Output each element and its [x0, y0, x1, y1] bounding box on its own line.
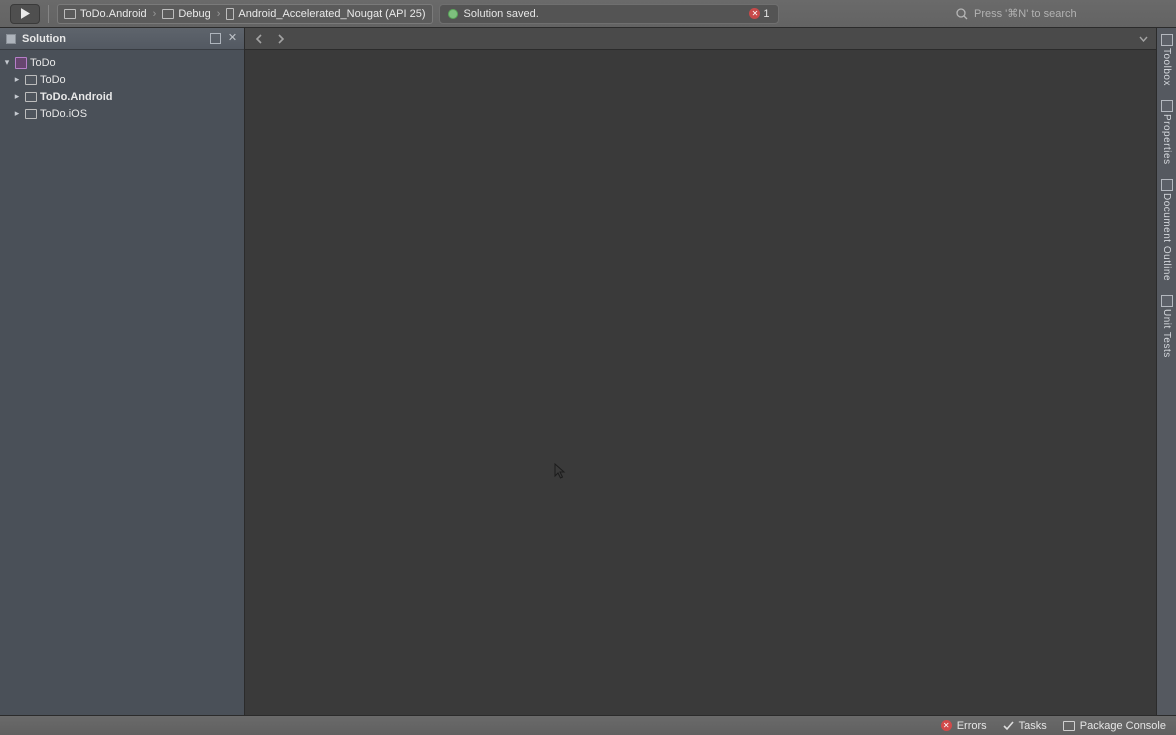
status-tasks-label: Tasks	[1019, 720, 1047, 732]
editor-area	[245, 28, 1156, 715]
tree-item[interactable]: ▸ ToDo	[0, 71, 244, 88]
project-icon	[25, 109, 37, 119]
top-toolbar: ToDo.Android › Debug › Android_Accelerat…	[0, 0, 1176, 28]
pad-label: Document Outline	[1161, 193, 1172, 281]
status-message: Solution saved.	[464, 8, 539, 20]
error-count: 1	[763, 8, 769, 20]
tree-item[interactable]: ▸ ToDo.iOS	[0, 105, 244, 122]
solution-header: Solution ✕	[0, 28, 244, 50]
tree-item-label: ToDo.iOS	[40, 108, 87, 120]
solution-tree[interactable]: ▾ ToDo ▸ ToDo ▸ ToDo.Android ▸ ToDo.iOS	[0, 50, 244, 126]
tab-overflow-button[interactable]	[1136, 32, 1150, 46]
close-icon[interactable]: ✕	[227, 33, 238, 44]
config-icon	[162, 9, 174, 19]
disclosure-open-icon[interactable]: ▾	[2, 57, 12, 68]
autohide-icon[interactable]	[210, 33, 221, 44]
error-badge[interactable]: ✕ 1	[749, 8, 769, 20]
status-package-console[interactable]: Package Console	[1063, 720, 1166, 732]
project-icon	[25, 75, 37, 85]
status-tasks[interactable]: Tasks	[1003, 720, 1047, 732]
chevron-left-icon	[255, 34, 263, 44]
cursor-icon	[554, 463, 566, 481]
nav-forward-button[interactable]	[273, 31, 289, 47]
project-icon	[64, 9, 76, 19]
tree-item-label: ToDo	[40, 74, 66, 86]
toolbar-separator	[48, 5, 49, 23]
solution-pane: Solution ✕ ▾ ToDo ▸ ToDo ▸ ToDo.Android	[0, 28, 245, 715]
tree-root-label: ToDo	[30, 57, 56, 69]
editor-body[interactable]	[245, 50, 1156, 715]
pad-toolbox[interactable]: Toolbox	[1161, 34, 1173, 86]
pad-label: Unit Tests	[1161, 309, 1172, 358]
target-device-label: Android_Accelerated_Nougat (API 25)	[238, 8, 425, 20]
pad-label: Toolbox	[1161, 48, 1172, 86]
disclosure-closed-icon[interactable]: ▸	[12, 91, 22, 102]
chevron-right-icon: ›	[151, 8, 159, 20]
target-config-label: Debug	[178, 8, 210, 20]
status-pill: Solution saved. ✕ 1	[439, 4, 779, 24]
project-icon	[25, 92, 37, 102]
disclosure-closed-icon[interactable]: ▸	[12, 74, 22, 85]
chevron-right-icon: ›	[215, 8, 223, 20]
tree-root[interactable]: ▾ ToDo	[0, 54, 244, 71]
unit-tests-icon	[1161, 295, 1173, 307]
target-config-segment[interactable]: Debug	[162, 8, 210, 20]
status-bar: ✕ Errors Tasks Package Console	[0, 715, 1176, 735]
device-icon	[226, 8, 234, 20]
target-project-label: ToDo.Android	[80, 8, 147, 20]
success-icon	[448, 9, 458, 19]
global-search[interactable]	[956, 4, 1166, 24]
search-icon	[956, 8, 968, 20]
play-icon	[21, 8, 30, 19]
pad-properties[interactable]: Properties	[1161, 100, 1173, 165]
pad-label: Properties	[1161, 114, 1172, 165]
properties-icon	[1161, 100, 1173, 112]
check-icon	[1003, 720, 1014, 731]
right-dock: Toolbox Properties Document Outline Unit…	[1156, 28, 1176, 715]
terminal-icon	[1063, 721, 1075, 731]
run-button[interactable]	[10, 4, 40, 24]
status-errors-label: Errors	[957, 720, 987, 732]
pad-document-outline[interactable]: Document Outline	[1161, 179, 1173, 281]
solution-pad-icon	[6, 34, 16, 44]
solution-title: Solution	[22, 33, 66, 45]
target-project-segment[interactable]: ToDo.Android	[64, 8, 147, 20]
target-device-segment[interactable]: Android_Accelerated_Nougat (API 25)	[226, 8, 425, 20]
disclosure-closed-icon[interactable]: ▸	[12, 108, 22, 119]
toolbox-icon	[1161, 34, 1173, 46]
tree-item-label: ToDo.Android	[40, 91, 113, 103]
nav-back-button[interactable]	[251, 31, 267, 47]
status-package-console-label: Package Console	[1080, 720, 1166, 732]
pad-unit-tests[interactable]: Unit Tests	[1161, 295, 1173, 358]
solution-icon	[15, 57, 27, 69]
status-errors[interactable]: ✕ Errors	[941, 720, 987, 732]
chevron-down-icon	[1139, 36, 1148, 42]
editor-tabbar	[245, 28, 1156, 50]
run-target-selector[interactable]: ToDo.Android › Debug › Android_Accelerat…	[57, 4, 433, 24]
search-input[interactable]	[974, 8, 1166, 20]
tree-item[interactable]: ▸ ToDo.Android	[0, 88, 244, 105]
document-outline-icon	[1161, 179, 1173, 191]
chevron-right-icon	[277, 34, 285, 44]
main-area: Solution ✕ ▾ ToDo ▸ ToDo ▸ ToDo.Android	[0, 28, 1176, 715]
error-icon: ✕	[941, 720, 952, 731]
error-icon: ✕	[749, 8, 760, 19]
